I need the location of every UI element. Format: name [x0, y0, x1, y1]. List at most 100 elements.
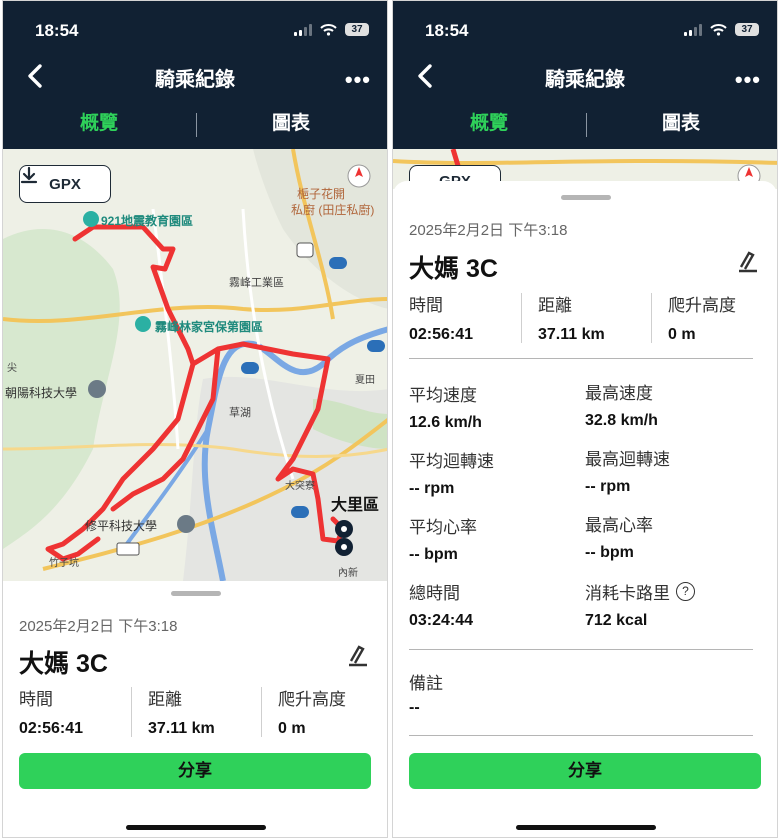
avg-cadence-label: 平均迴轉速: [409, 452, 494, 471]
detail-avg-speed: 平均速度 12.6 km/h: [409, 381, 482, 432]
status-time: 18:54: [425, 21, 469, 40]
map-label-museum: 921地震教育園區: [101, 214, 194, 228]
header: 18:54 37 騎乘紀錄 ••• 概覽 圖表: [3, 1, 387, 149]
total-time-value: 03:24:44: [409, 612, 474, 629]
battery-icon: 37: [735, 23, 759, 36]
stat-elevation: 爬升高度 0 m: [278, 685, 387, 738]
signal-icon: [294, 23, 312, 36]
detail-avg-hr: 平均心率 -- bpm: [409, 513, 477, 564]
map-label-neixin: 內新: [338, 568, 358, 579]
stat-distance-value: 37.11 km: [148, 720, 215, 737]
stat-distance: 距離 37.11 km: [538, 291, 666, 344]
home-indicator[interactable]: [126, 825, 266, 830]
sheet-handle[interactable]: [561, 195, 611, 200]
max-hr-value: -- bpm: [585, 544, 634, 561]
stat-distance: 距離 37.11 km: [148, 685, 276, 738]
activity-date: 2025年2月2日 下午3:18: [19, 618, 178, 635]
museum-pin-icon[interactable]: [83, 211, 99, 227]
divider: [261, 687, 262, 737]
max-speed-label: 最高速度: [585, 384, 653, 403]
stat-time: 時間 02:56:41: [19, 685, 147, 738]
gpx-label: GPX: [49, 175, 81, 193]
tab-charts[interactable]: 圖表: [195, 105, 387, 143]
details-sheet: 2025年2月2日 下午3:18 大媽 3C 時間 02:56:41 距離 37…: [393, 181, 777, 837]
map-label-univ1: 朝陽科技大學: [5, 386, 78, 400]
stats-row: 時間 02:56:41 距離 37.11 km 爬升高度 0 m: [393, 291, 777, 351]
summary-sheet: 2025年2月2日 下午3:18 大媽 3C 時間 02:56:41 距離 37…: [3, 581, 387, 837]
status-time: 18:54: [35, 21, 79, 40]
notes-label: 備註: [409, 674, 443, 693]
stat-time-value: 02:56:41: [19, 720, 84, 737]
stat-time: 時間 02:56:41: [409, 291, 537, 344]
more-icon[interactable]: •••: [735, 67, 761, 93]
tab-bar: 概覽 圖表: [393, 105, 777, 145]
header: 18:54 37 騎乘紀錄 ••• 概覽 圖表: [393, 1, 777, 149]
signal-icon: [684, 23, 702, 36]
map-label-dali: 大里區: [331, 497, 380, 514]
stat-elevation-label: 爬升高度: [668, 296, 736, 315]
max-hr-label: 最高心率: [585, 516, 653, 535]
max-speed-value: 32.8 km/h: [585, 412, 658, 429]
calories-label-row: 消耗卡路里 ?: [585, 579, 695, 604]
avg-speed-label: 平均速度: [409, 386, 477, 405]
total-time-label: 總時間: [409, 584, 460, 603]
edit-icon[interactable]: [735, 249, 759, 273]
road-shield-63b: [367, 340, 385, 352]
more-icon[interactable]: •••: [345, 67, 371, 93]
tab-bar: 概覽 圖表: [3, 105, 387, 145]
calories-label: 消耗卡路里: [585, 584, 670, 603]
stat-distance-value: 37.11 km: [538, 326, 605, 343]
avg-hr-value: -- bpm: [409, 546, 458, 563]
stat-time-label: 時間: [409, 296, 443, 315]
activity-title: 大媽 3C: [19, 650, 108, 678]
stats-row: 時間 02:56:41 距離 37.11 km 爬升高度 0 m: [3, 685, 387, 745]
status-icons: 37: [294, 23, 369, 36]
gpx-download-button[interactable]: GPX: [19, 165, 111, 203]
download-icon: [20, 166, 38, 184]
avg-hr-label: 平均心率: [409, 518, 477, 537]
notes-value: --: [409, 699, 420, 716]
tab-overview[interactable]: 概覽: [3, 105, 195, 143]
stat-elevation-label: 爬升高度: [278, 690, 346, 709]
screen-overview-details: 18:54 37 騎乘紀錄 ••• 概覽 圖表 GPX 2025年2月2日 下午…: [392, 0, 778, 838]
stat-elevation: 爬升高度 0 m: [668, 291, 777, 344]
divider: [409, 649, 753, 650]
help-icon[interactable]: ?: [676, 582, 695, 601]
map-label-caohu: 草湖: [229, 407, 251, 419]
battery-icon: 37: [345, 23, 369, 36]
avg-cadence-value: -- rpm: [409, 480, 455, 497]
map-label-park: 霧峰林家宮保第園區: [155, 320, 264, 334]
share-button[interactable]: 分享: [19, 753, 371, 789]
divider: [409, 358, 753, 359]
sheet-handle[interactable]: [171, 591, 221, 596]
tab-overview[interactable]: 概覽: [393, 105, 585, 143]
divider: [521, 293, 522, 343]
stat-distance-label: 距離: [538, 296, 572, 315]
stat-elevation-value: 0 m: [668, 326, 696, 343]
map-label-restaurant-2: 私廚 (田庄私廚): [291, 203, 375, 217]
share-button[interactable]: 分享: [409, 753, 761, 789]
detail-total-time: 總時間 03:24:44: [409, 579, 473, 630]
divider: [131, 687, 132, 737]
road-shield-3: [296, 242, 314, 258]
detail-avg-cadence: 平均迴轉速 -- rpm: [409, 447, 494, 498]
park-pin-icon[interactable]: [135, 316, 151, 332]
university-pin-icon[interactable]: [88, 380, 106, 398]
map-label-restaurant: 梔子花開: [297, 187, 346, 201]
road-shield-129: [116, 542, 140, 556]
route-map[interactable]: GPX 921地震教育園區 霧峰林家宮保第園區 霧峰工業區 梔子花開 私廚 (田…: [3, 149, 387, 581]
home-indicator[interactable]: [516, 825, 656, 830]
university-pin-icon-2[interactable]: [177, 515, 195, 533]
road-shield-74b: [291, 506, 309, 518]
divider: [651, 293, 652, 343]
divider: [409, 735, 753, 736]
page-title: 騎乘紀錄: [545, 69, 625, 91]
map-label-datuzhai: 大突寮: [285, 481, 315, 492]
map-label-xiatian: 夏田: [355, 375, 375, 386]
detail-max-speed: 最高速度 32.8 km/h: [585, 379, 658, 430]
stat-elevation-value: 0 m: [278, 720, 306, 737]
tab-charts[interactable]: 圖表: [585, 105, 777, 143]
edit-icon[interactable]: [345, 643, 369, 667]
calories-value: 712 kcal: [585, 612, 648, 629]
detail-max-hr: 最高心率 -- bpm: [585, 511, 653, 562]
